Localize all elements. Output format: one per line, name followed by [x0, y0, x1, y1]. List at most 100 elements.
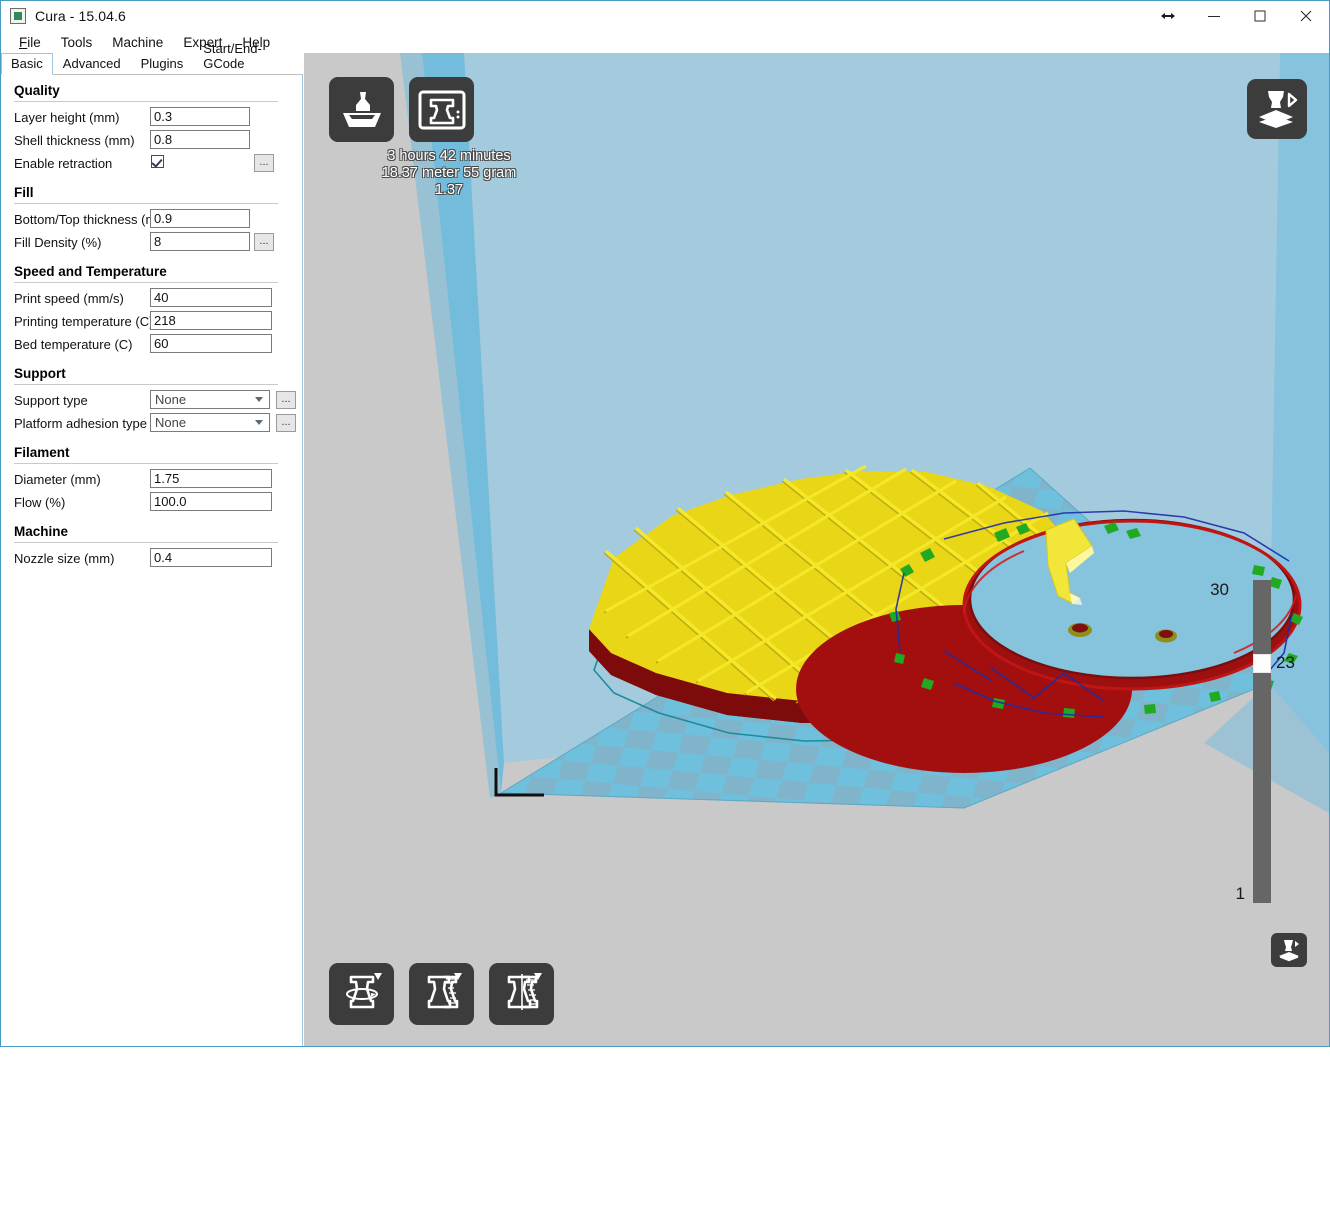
select-platform-adhesion-type[interactable]: None — [150, 413, 270, 432]
input-flow[interactable] — [150, 492, 272, 511]
row-printing-temperature: Printing temperature (C) — [2, 310, 302, 332]
layer-slider-min-label: 1 — [1235, 884, 1245, 903]
input-fill-density[interactable] — [150, 232, 250, 251]
tab-basic[interactable]: Basic — [1, 53, 53, 75]
group-title-machine: Machine — [14, 524, 69, 539]
print-info-overlay: 3 hours 42 minutes 18.37 meter 55 gram 1… — [339, 148, 559, 199]
group-divider — [14, 203, 278, 204]
chevron-down-icon — [255, 397, 263, 402]
layer-slider-handle[interactable] — [1253, 654, 1271, 673]
mirror-button[interactable] — [489, 963, 554, 1025]
input-bottom-top-thickness[interactable] — [150, 209, 250, 228]
title-bar: Cura - 15.04.6 — [1, 1, 1329, 31]
label-support-type: Support type — [14, 392, 88, 408]
dots-button-platform-adhesion[interactable]: ... — [276, 414, 296, 432]
row-diameter: Diameter (mm) — [2, 468, 302, 490]
input-printing-temperature[interactable] — [150, 311, 272, 330]
input-nozzle-size[interactable] — [150, 548, 272, 567]
label-bed-temperature: Bed temperature (C) — [14, 336, 133, 352]
label-layer-height: Layer height (mm) — [14, 109, 120, 125]
select-platform-adhesion-type-value: None — [155, 415, 187, 430]
select-support-type-value: None — [155, 392, 187, 407]
print-icon — [418, 90, 465, 129]
scale-button[interactable] — [409, 963, 474, 1025]
label-bottom-top-thickness: Bottom/Top thickness (mm) — [14, 211, 172, 227]
label-printing-temperature: Printing temperature (C) — [14, 313, 154, 329]
app-icon — [10, 8, 26, 24]
group-divider — [14, 542, 278, 543]
cura-main-window: Cura - 15.04.6 File Tools Machine Expert… — [0, 0, 1330, 1047]
view-mode-button[interactable] — [1247, 79, 1307, 139]
label-diameter: Diameter (mm) — [14, 471, 101, 487]
row-bottom-top-thickness: Bottom/Top thickness (mm) — [2, 208, 302, 230]
tab-startend-gcode[interactable]: Start/End-GCode — [193, 38, 303, 74]
tab-plugins[interactable]: Plugins — [131, 53, 194, 74]
input-print-speed[interactable] — [150, 288, 272, 307]
group-divider — [14, 282, 278, 283]
row-print-speed: Print speed (mm/s) — [2, 287, 302, 309]
label-platform-adhesion-type: Platform adhesion type — [14, 415, 147, 431]
row-platform-adhesion-type: Platform adhesion type None ... — [2, 412, 302, 434]
settings-tabs: Basic Advanced Plugins Start/End-GCode — [1, 41, 303, 75]
settings-panel: Quality Layer height (mm) Shell thicknes… — [2, 75, 303, 1046]
group-divider — [14, 384, 278, 385]
group-title-support: Support — [14, 366, 66, 381]
resize-arrows-icon[interactable] — [1145, 1, 1191, 31]
menu-machine[interactable]: Machine — [102, 34, 173, 51]
menu-file[interactable]: File — [9, 34, 51, 51]
group-title-fill: Fill — [14, 185, 34, 200]
layers-view-icon — [1259, 91, 1298, 128]
row-shell-thickness: Shell thickness (mm) — [2, 129, 302, 151]
rotate-button[interactable] — [329, 963, 394, 1025]
dots-button-retraction[interactable]: ... — [254, 154, 274, 172]
load-model-button[interactable] — [329, 77, 394, 142]
row-support-type: Support type None ... — [2, 389, 302, 411]
label-shell-thickness: Shell thickness (mm) — [14, 132, 135, 148]
label-enable-retraction: Enable retraction — [14, 155, 113, 171]
window-controls — [1145, 1, 1329, 31]
menu-tools[interactable]: Tools — [51, 34, 103, 51]
layer-slider-value-label: 23 — [1276, 653, 1295, 672]
input-layer-height[interactable] — [150, 107, 250, 126]
expert-open-button[interactable] — [1271, 933, 1307, 967]
row-enable-retraction: Enable retraction ... — [2, 152, 302, 174]
tab-advanced[interactable]: Advanced — [53, 53, 131, 74]
input-bed-temperature[interactable] — [150, 334, 272, 353]
select-support-type[interactable]: None — [150, 390, 270, 409]
row-nozzle-size: Nozzle size (mm) — [2, 547, 302, 569]
label-flow: Flow (%) — [14, 494, 66, 510]
rotate-icon — [345, 973, 382, 1009]
window-title: Cura - 15.04.6 — [35, 8, 126, 24]
dots-button-fill-density[interactable]: ... — [254, 233, 274, 251]
mirror-icon — [507, 973, 542, 1010]
group-title-quality: Quality — [14, 83, 60, 98]
label-nozzle-size: Nozzle size (mm) — [14, 550, 115, 566]
scale-icon — [427, 973, 462, 1009]
row-flow: Flow (%) — [2, 491, 302, 513]
row-bed-temperature: Bed temperature (C) — [2, 333, 302, 355]
row-fill-density: Fill Density (%) ... — [2, 231, 302, 253]
maximize-button[interactable] — [1237, 1, 1283, 31]
print-info-cost: 1.37 — [434, 182, 464, 198]
dots-button-support-type[interactable]: ... — [276, 391, 296, 409]
close-button[interactable] — [1283, 1, 1329, 31]
label-print-speed: Print speed (mm/s) — [14, 290, 124, 306]
chevron-down-icon — [255, 420, 263, 425]
checkbox-enable-retraction[interactable] — [151, 155, 164, 168]
layer-slider-track[interactable] — [1253, 580, 1271, 903]
group-title-filament: Filament — [14, 445, 70, 460]
group-title-speed-temperature: Speed and Temperature — [14, 264, 167, 279]
3d-viewport[interactable]: 3 hours 42 minutes 18.37 meter 55 gram 1… — [304, 53, 1329, 1046]
print-button[interactable] — [409, 77, 474, 142]
row-layer-height: Layer height (mm) — [2, 106, 302, 128]
build-volume-render — [304, 53, 1329, 1046]
input-diameter[interactable] — [150, 469, 272, 488]
load-model-icon — [342, 91, 381, 127]
input-shell-thickness[interactable] — [150, 130, 250, 149]
label-fill-density: Fill Density (%) — [14, 234, 102, 250]
group-divider — [14, 101, 278, 102]
model-on-platform-icon — [1279, 940, 1299, 962]
print-info-material: 18.37 meter 55 gram — [381, 165, 517, 181]
minimize-button[interactable] — [1191, 1, 1237, 31]
layer-slider-max-label: 30 — [1210, 580, 1229, 599]
